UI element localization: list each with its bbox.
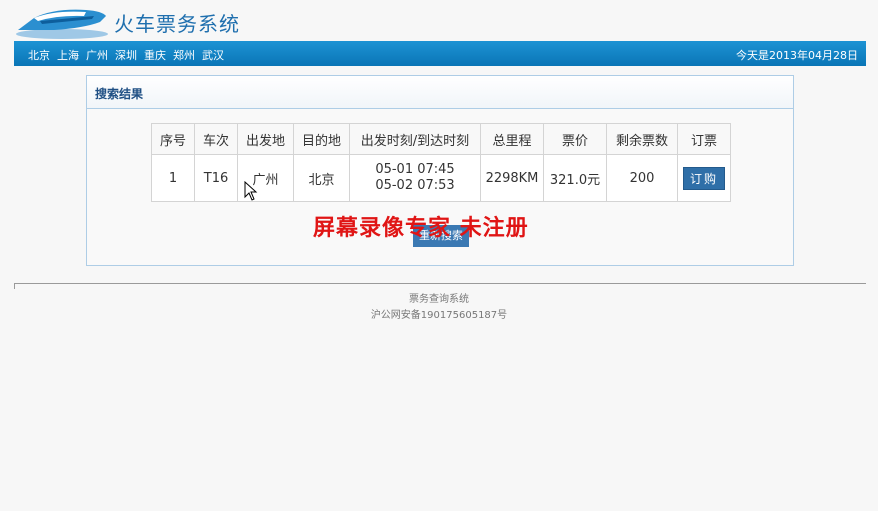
panel-header: 搜索结果	[87, 76, 793, 109]
panel-title: 搜索结果	[95, 87, 144, 101]
col-header-to: 目的地	[293, 123, 350, 155]
nav-link-shenzhen[interactable]: 深圳	[115, 47, 137, 63]
nav-link-chongqing[interactable]: 重庆	[144, 47, 166, 63]
app-title: 火车票务系统	[114, 12, 240, 36]
search-results-panel: 搜索结果 序号 车次 出发地 目的地 出发时刻/到达时刻 总里程 票价 剩余票数…	[86, 75, 794, 266]
col-header-remaining: 剩余票数	[606, 123, 678, 155]
arrive-time: 05-02 07:53	[375, 178, 455, 193]
cell-distance: 2298KM	[480, 154, 544, 202]
recorder-watermark: 屏幕录像专家 未注册	[313, 215, 529, 241]
footer-divider	[14, 283, 866, 289]
logo: 火车票务系统	[14, 0, 254, 40]
nav-link-wuhan[interactable]: 武汉	[202, 47, 224, 63]
cell-book: 订购	[677, 154, 731, 202]
results-table: 序号 车次 出发地 目的地 出发时刻/到达时刻 总里程 票价 剩余票数 订票 1…	[151, 123, 731, 202]
table-row: 1 T16 广州 北京 05-01 07:45 05-02 07:53 2298…	[151, 154, 731, 202]
col-header-distance: 总里程	[480, 123, 544, 155]
col-header-from: 出发地	[237, 123, 294, 155]
cell-to: 北京	[293, 154, 350, 202]
col-header-book: 订票	[677, 123, 731, 155]
mouse-cursor-icon	[244, 181, 258, 201]
book-button[interactable]: 订购	[682, 166, 725, 190]
footer-record-number: 沪公网安备190175605187号	[370, 310, 508, 321]
top-nav-bar: 北京 上海 广州 深圳 重庆 郑州 武汉 今天是2013年04月28日	[14, 41, 866, 66]
footer-system-name: 票务查询系统	[409, 294, 469, 305]
depart-time: 05-01 07:45	[375, 162, 455, 177]
nav-link-guangzhou[interactable]: 广州	[86, 47, 108, 63]
nav-link-zhengzhou[interactable]: 郑州	[173, 47, 195, 63]
nav-link-shanghai[interactable]: 上海	[57, 47, 79, 63]
col-header-index: 序号	[151, 123, 195, 155]
col-header-price: 票价	[543, 123, 607, 155]
cell-remaining: 200	[606, 154, 678, 202]
table-header-row: 序号 车次 出发地 目的地 出发时刻/到达时刻 总里程 票价 剩余票数 订票	[151, 123, 731, 155]
col-header-times: 出发时刻/到达时刻	[349, 123, 481, 155]
cell-index: 1	[151, 154, 195, 202]
nav-link-beijing[interactable]: 北京	[28, 47, 50, 63]
city-links: 北京 上海 广州 深圳 重庆 郑州 武汉	[28, 47, 224, 63]
train-logo-icon	[16, 9, 108, 39]
cell-train: T16	[194, 154, 238, 202]
col-header-train: 车次	[194, 123, 238, 155]
current-date: 今天是2013年04月28日	[736, 49, 858, 62]
cell-times: 05-01 07:45 05-02 07:53	[349, 154, 481, 202]
cell-price: 321.0元	[543, 154, 607, 202]
